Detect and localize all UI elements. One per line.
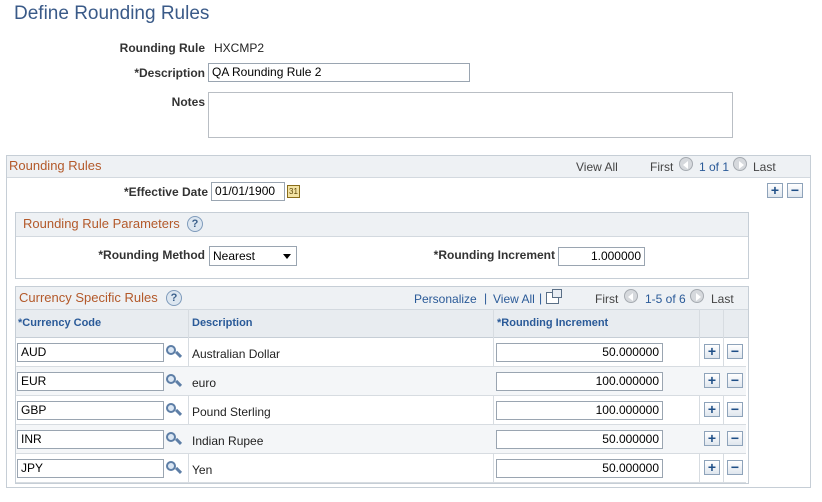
effective-date-label: *Effective Date xyxy=(123,185,208,199)
currency-description: Pound Sterling xyxy=(192,405,271,419)
currency-grid-body: AUD Australian Dollar 50.000000 + − EUR … xyxy=(16,309,748,483)
rounding-method-select[interactable]: Nearest xyxy=(209,246,297,266)
rr-next-icon[interactable] xyxy=(733,157,747,171)
rr-pager-text: 1 of 1 xyxy=(699,160,730,174)
rounding-rule-label: Rounding Rule xyxy=(119,41,205,55)
search-icon[interactable] xyxy=(166,374,183,389)
remove-row-button[interactable]: − xyxy=(727,402,743,417)
description-label: *Description xyxy=(134,66,205,80)
cr-pager-text: 1-5 of 6 xyxy=(645,292,686,306)
remove-row-button[interactable]: − xyxy=(727,373,743,388)
description-input[interactable]: QA Rounding Rule 2 xyxy=(208,63,470,82)
search-icon[interactable] xyxy=(166,403,183,418)
notes-textarea[interactable] xyxy=(208,92,733,138)
notes-label: Notes xyxy=(171,95,205,109)
currency-increment-input[interactable]: 100.000000 xyxy=(496,401,663,420)
col-rounding-increment[interactable]: *Rounding Increment xyxy=(497,317,608,329)
separator-2: | xyxy=(539,291,543,305)
effective-date-input[interactable]: 01/01/1900 xyxy=(211,182,285,201)
currency-code-input[interactable]: JPY xyxy=(17,459,164,478)
search-icon[interactable] xyxy=(166,432,183,447)
currency-increment-input[interactable]: 50.000000 xyxy=(496,343,663,362)
table-row: AUD Australian Dollar 50.000000 + − xyxy=(16,338,746,367)
remove-row-button[interactable]: − xyxy=(727,460,743,475)
col-description[interactable]: Description xyxy=(192,317,253,329)
page-title: Define Rounding Rules xyxy=(14,3,210,24)
personalize-link[interactable]: Personalize xyxy=(414,292,477,306)
cr-first-label: First xyxy=(595,292,619,306)
rr-view-all-link[interactable]: View All xyxy=(576,160,618,174)
add-row-button[interactable]: + xyxy=(704,344,720,359)
cr-previous-icon[interactable] xyxy=(624,289,638,303)
currency-increment-input[interactable]: 50.000000 xyxy=(496,459,663,478)
currency-description: Australian Dollar xyxy=(192,347,281,361)
search-icon[interactable] xyxy=(166,345,183,360)
currency-description: Yen xyxy=(192,463,213,477)
cr-last-label: Last xyxy=(711,292,734,306)
col-currency-code[interactable]: *Currency Code xyxy=(18,317,101,329)
currency-rules-title: Currency Specific Rules xyxy=(19,290,158,305)
remove-row-button[interactable]: − xyxy=(727,431,743,446)
remove-row-button[interactable]: − xyxy=(727,344,743,359)
currency-rules-help-icon[interactable]: ? xyxy=(166,290,182,306)
table-row: EUR euro 100.000000 + − xyxy=(16,367,746,396)
currency-description: euro xyxy=(192,376,217,390)
add-row-button[interactable]: + xyxy=(704,402,720,417)
add-row-button[interactable]: + xyxy=(704,460,720,475)
remove-effective-row-button[interactable]: − xyxy=(787,183,803,198)
chevron-down-icon xyxy=(283,254,291,259)
rounding-rule-value: HXCMP2 xyxy=(214,41,265,55)
rounding-method-label: *Rounding Method xyxy=(98,248,205,262)
currency-code-input[interactable]: INR xyxy=(17,430,164,449)
table-row: GBP Pound Sterling 100.000000 + − xyxy=(16,396,746,425)
rr-last-label: Last xyxy=(753,160,776,174)
table-row: JPY Yen 50.000000 + − xyxy=(16,454,746,483)
search-icon[interactable] xyxy=(166,461,183,476)
rounding-method-value: Nearest xyxy=(213,249,256,263)
rounding-increment-input[interactable]: 1.000000 xyxy=(558,247,645,266)
currency-code-input[interactable]: AUD xyxy=(17,343,164,362)
cr-view-all-link[interactable]: View All xyxy=(493,292,535,306)
rr-first-label: First xyxy=(650,160,674,174)
table-row: INR Indian Rupee 50.000000 + − xyxy=(16,425,746,454)
cr-next-icon[interactable] xyxy=(690,289,704,303)
separator-1: | xyxy=(484,291,488,305)
rounding-rules-title: Rounding Rules xyxy=(9,158,102,173)
calendar-icon[interactable]: 31 xyxy=(287,185,300,198)
currency-description: Indian Rupee xyxy=(192,434,264,448)
parameters-help-icon[interactable]: ? xyxy=(187,216,203,232)
currency-increment-input[interactable]: 50.000000 xyxy=(496,430,663,449)
add-effective-row-button[interactable]: + xyxy=(767,183,783,198)
currency-code-input[interactable]: EUR xyxy=(17,372,164,391)
zoom-icon[interactable] xyxy=(546,289,562,304)
add-row-button[interactable]: + xyxy=(704,431,720,446)
currency-increment-input[interactable]: 100.000000 xyxy=(496,372,663,391)
parameters-title: Rounding Rule Parameters xyxy=(23,216,180,231)
rr-previous-icon[interactable] xyxy=(679,157,693,171)
currency-code-input[interactable]: GBP xyxy=(17,401,164,420)
rounding-increment-label: *Rounding Increment xyxy=(433,248,555,262)
add-row-button[interactable]: + xyxy=(704,373,720,388)
currency-grid-column-header xyxy=(16,310,748,338)
